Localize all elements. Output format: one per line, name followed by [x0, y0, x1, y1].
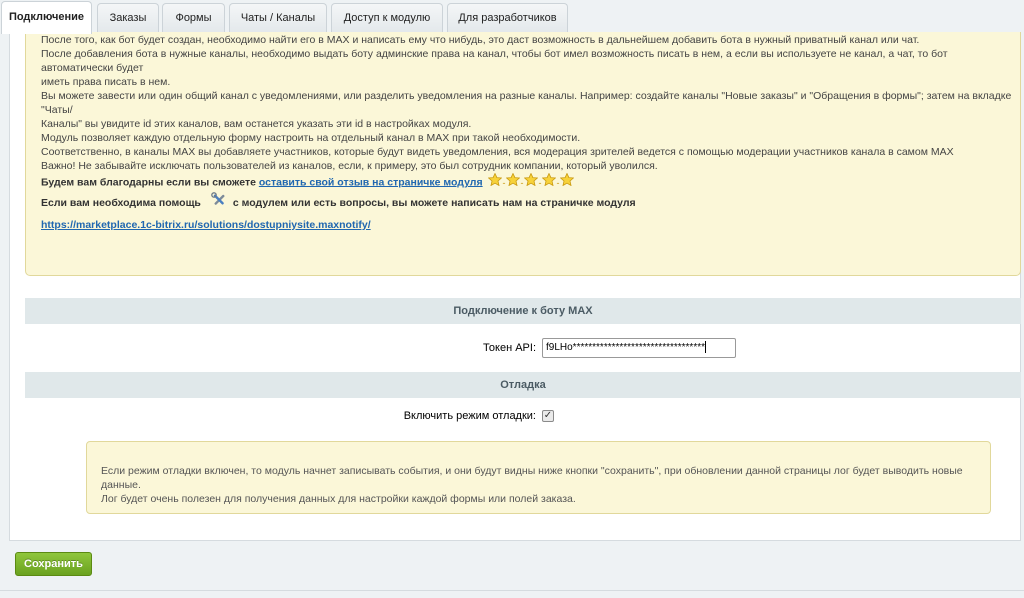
divider — [0, 590, 1024, 591]
tab-forms[interactable]: Формы — [162, 3, 225, 33]
note-text: После добавления бота в нужные каналы, н… — [41, 48, 948, 74]
tab-label: Подключение — [8, 11, 85, 23]
debug-mode-checkbox[interactable]: ✓ — [542, 410, 554, 422]
star-icon — [559, 172, 574, 187]
note-text: Соответственно, в каналы MAX вы добавляе… — [41, 146, 954, 158]
tab-connection[interactable]: Подключение — [1, 1, 92, 34]
rating-stars: ---- — [487, 172, 575, 192]
note-text: Вы можете завести или один общий канал с… — [41, 90, 1012, 116]
warning-text: Важно! Не забывайте исключать пользовате… — [41, 160, 658, 172]
tab-bar: Подключение Заказы Формы Чаты / Каналы Д… — [0, 0, 1024, 34]
note-text: Лог будет очень полезен для получения да… — [101, 493, 576, 505]
note-text: Если режим отладки включен, то модуль на… — [101, 465, 963, 491]
debug-info-note: Если режим отладки включен, то модуль на… — [86, 441, 991, 514]
text-cursor — [705, 341, 706, 354]
note-text: После того, как бот будет создан, необхо… — [41, 34, 920, 46]
save-button[interactable]: Сохранить — [15, 552, 92, 576]
review-link[interactable]: оставить свой отзыв на страничке модуля — [259, 176, 483, 188]
review-line: Будем вам благодарны если вы сможете ост… — [41, 172, 1020, 192]
module-page-link[interactable]: https://marketplace.1c-bitrix.ru/solutio… — [41, 219, 371, 231]
star-icon — [487, 172, 502, 187]
note-text: Каналы" вы увидите id этих каналов, вам … — [41, 118, 472, 130]
help-link-line: https://marketplace.1c-bitrix.ru/solutio… — [41, 216, 1020, 234]
tab-developers[interactable]: Для разработчиков — [447, 3, 568, 33]
connection-section-heading: Подключение к боту MAX — [25, 298, 1021, 324]
note-text: Модуль позволяет каждую отдельную форму … — [41, 132, 581, 144]
note-text: иметь права писать в нем. — [41, 76, 171, 88]
tools-icon — [211, 192, 227, 214]
tab-label: Доступ к модулю — [343, 12, 431, 24]
debug-section-heading: Отладка — [25, 372, 1021, 398]
debug-checkbox-label: Включить режим отладки: — [403, 410, 536, 422]
tab-chats-channels[interactable]: Чаты / Каналы — [229, 3, 327, 33]
tab-module-access[interactable]: Доступ к модулю — [331, 3, 443, 33]
token-api-input[interactable]: f9LHo********************************** — [542, 338, 736, 358]
token-value: f9LHo********************************** — [546, 342, 705, 353]
tab-orders[interactable]: Заказы — [97, 3, 159, 33]
instructions-note: После того, как бот будет создан, необхо… — [25, 32, 1021, 276]
star-icon — [505, 172, 520, 187]
help-line: Если вам необходима помощь с модулем или … — [41, 192, 1020, 214]
star-icon — [523, 172, 538, 187]
tab-label: Для разработчиков — [458, 12, 557, 24]
star-icon — [541, 172, 556, 187]
tab-label: Заказы — [109, 12, 147, 24]
tab-label: Чаты / Каналы — [240, 12, 316, 24]
checkmark-icon: ✓ — [543, 410, 553, 421]
tab-label: Формы — [175, 12, 212, 24]
review-text: Будем вам благодарны если вы сможете — [41, 176, 256, 189]
help-text: Если вам необходима помощь — [41, 196, 201, 209]
token-label: Токен API: — [483, 342, 536, 354]
help-text: с модулем или есть вопросы, вы можете на… — [232, 196, 636, 209]
